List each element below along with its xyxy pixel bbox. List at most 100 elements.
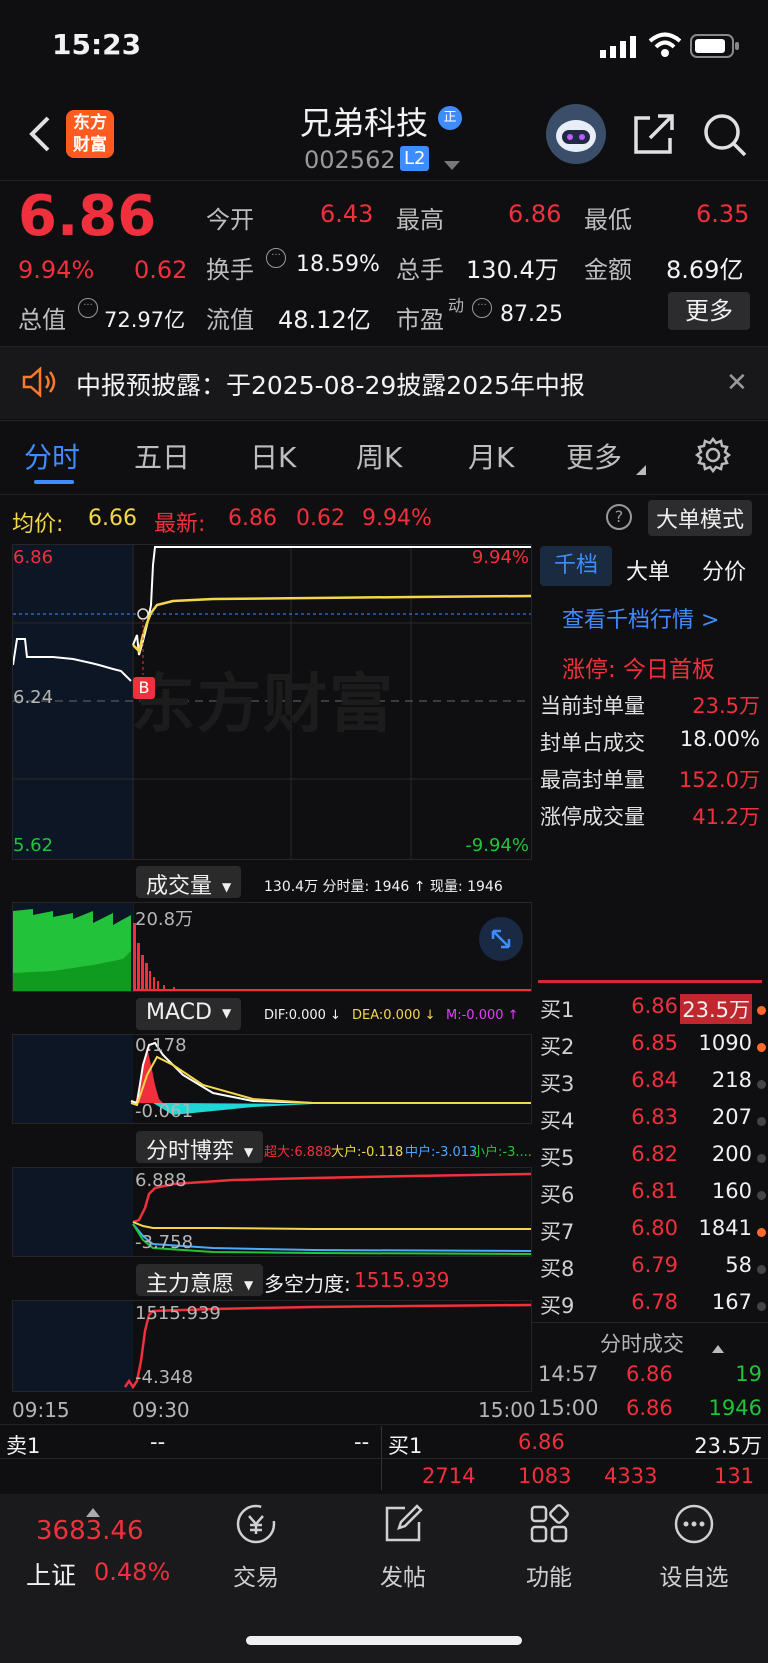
search-icon[interactable]	[702, 112, 748, 162]
game-lines	[13, 1168, 531, 1256]
game-super: 超大:6.888	[264, 1145, 332, 1160]
info-row-value: 23.5万	[692, 694, 760, 718]
chevron-down-icon: ▼	[221, 1006, 232, 1020]
bid-row[interactable]: 买8 6.79 58	[540, 1253, 768, 1289]
bid-row[interactable]: 买7 6.80 1841	[540, 1216, 768, 1252]
battery-icon	[690, 34, 740, 62]
yen-cycle-icon	[196, 1500, 316, 1552]
bid-row[interactable]: 买9 6.78 167	[540, 1290, 768, 1326]
chevron-down-icon[interactable]	[444, 156, 460, 175]
chevron-down-icon: ▼	[244, 1278, 254, 1292]
pe-info-icon[interactable]: ···	[472, 298, 492, 318]
ticks-title: 分时成交	[600, 1332, 684, 1356]
index-value[interactable]: 3683.46	[36, 1516, 144, 1546]
mktcap-info-icon[interactable]: ···	[78, 298, 98, 318]
tab-week-k[interactable]: 周K	[356, 436, 402, 476]
more-button[interactable]: 更多	[668, 292, 750, 330]
tab-fenshi[interactable]: 分时	[24, 436, 80, 476]
bid-row[interactable]: 买3 6.84 218	[540, 1068, 768, 1104]
stock-code: 002562	[304, 146, 396, 174]
level-badge[interactable]: L2	[400, 146, 430, 171]
macd-dropdown[interactable]: MACD ▼	[136, 998, 242, 1030]
game-dropdown[interactable]: 分时博弈 ▼	[136, 1131, 264, 1164]
notice-text[interactable]: 中报预披露：于2025-08-29披露2025年中报	[76, 366, 585, 402]
avg-value: 6.66	[88, 506, 137, 531]
game-small: 小户:-3....	[472, 1145, 532, 1160]
time-close: 15:00	[478, 1398, 536, 1422]
tab-active-indicator	[34, 480, 74, 484]
help-icon[interactable]: ?	[606, 504, 632, 530]
nav-trade[interactable]: 交易	[196, 1500, 316, 1592]
settings-icon[interactable]	[694, 436, 732, 478]
pe-superscript: 动	[448, 296, 465, 315]
macd-plot: 0.178 -0.061	[12, 1034, 532, 1124]
macd-chart[interactable]: MACD ▼ DIF:0.000 ↓ DEA:0.000 ↓ M:-0.000 ↑…	[12, 998, 532, 1126]
high-value: 6.86	[508, 200, 562, 228]
ticks-chevron-up-icon[interactable]	[712, 1338, 724, 1357]
float-label: 流值	[206, 306, 254, 334]
zheng-badge-text: 正	[443, 110, 457, 125]
expand-icon[interactable]	[479, 917, 523, 961]
side-tab-qiandang[interactable]: 千档	[540, 546, 612, 586]
float-value: 48.12亿	[278, 306, 371, 334]
bottom-pct-label: -9.94%	[465, 835, 529, 856]
will-dropdown[interactable]: 主力意愿 ▼	[136, 1264, 264, 1297]
latest-value: 6.86	[228, 506, 277, 531]
volume-chart[interactable]: 成交量 ▼ 130.4万 分时量: 1946 ↑ 现量: 1946 20.8万	[12, 866, 532, 994]
bid-dot-icon	[757, 1006, 766, 1015]
bid-label: 买1	[540, 998, 575, 1022]
bid-price: 6.83	[631, 1105, 678, 1129]
tick-price: 6.86	[626, 1396, 673, 1420]
buy-marker[interactable]: B	[133, 677, 155, 699]
close-icon[interactable]: ✕	[726, 368, 748, 398]
more-triangle-icon	[636, 460, 646, 479]
bid-price: 6.79	[631, 1253, 678, 1277]
bid-price: 6.81	[631, 1179, 678, 1203]
robot-avatar-icon[interactable]	[546, 104, 606, 164]
nav-post[interactable]: 发帖	[343, 1500, 463, 1592]
big-order-mode-button[interactable]: 大单模式	[648, 500, 753, 536]
tab-five-day[interactable]: 五日	[134, 436, 190, 476]
macd-dropdown-label: MACD	[146, 1000, 212, 1025]
bid-row[interactable]: 买6 6.81 160	[540, 1179, 768, 1215]
bid-row[interactable]: 买1 6.86 23.5万	[540, 994, 768, 1030]
bid-price: 6.84	[631, 1068, 678, 1092]
tab-more[interactable]: 更多	[566, 436, 622, 476]
bid-price: 6.80	[631, 1216, 678, 1240]
status-time: 15:23	[52, 28, 142, 61]
tab-month-k[interactable]: 月K	[468, 436, 514, 476]
bid-row[interactable]: 买5 6.82 200	[540, 1142, 768, 1178]
pe-value: 87.25	[500, 302, 563, 327]
nav-post-label: 发帖	[380, 1565, 426, 1591]
game-mid: 中户:-3.013	[405, 1145, 478, 1160]
view-qiandang-link[interactable]: 查看千档行情 >	[562, 602, 719, 634]
nav-function[interactable]: 功能	[489, 1500, 609, 1592]
bid-dot-icon	[757, 1080, 766, 1089]
home-indicator	[246, 1636, 522, 1645]
chevron-down-icon: ▼	[222, 880, 232, 894]
volume-dropdown-label: 成交量	[146, 874, 213, 899]
price-chart[interactable]: 东方财富 B 6.86 6.24 5.62 9.94% -9.94%	[12, 544, 532, 860]
app-logo[interactable]: 东方 财富	[66, 110, 114, 158]
latest-label: 最新:	[154, 512, 206, 537]
side-tab-fenjia[interactable]: 分价	[702, 554, 746, 586]
will-chart[interactable]: 主力意愿 ▼ 多空力度: 1515.939 1515.939 -4.348	[12, 1264, 532, 1394]
game-chart[interactable]: 分时博弈 ▼ 超大:6.888 大户:-0.118 中户:-3.013 小户:-3…	[12, 1131, 532, 1259]
volume-dropdown[interactable]: 成交量 ▼	[136, 866, 242, 899]
tab-day-k[interactable]: 日K	[250, 436, 296, 476]
share-icon[interactable]	[632, 112, 676, 160]
back-icon[interactable]	[26, 114, 52, 158]
nav-add-watchlist[interactable]: 设自选	[634, 1500, 754, 1592]
open-label: 今开	[206, 206, 254, 234]
time-open: 09:30	[132, 1398, 190, 1422]
bid-label: 买8	[540, 1257, 575, 1281]
more-circle-icon	[634, 1500, 754, 1552]
bid-row[interactable]: 买4 6.83 207	[540, 1105, 768, 1141]
side-tab-dadan[interactable]: 大单	[626, 554, 670, 586]
bid-volume: 58	[725, 1253, 752, 1277]
info-dots-icon[interactable]: ···	[266, 248, 286, 268]
turnover-value: 18.59%	[296, 252, 380, 277]
bid-dot-icon	[757, 1191, 766, 1200]
side-tab-qiandang-label: 千档	[553, 553, 598, 578]
bid-row[interactable]: 买2 6.85 1090	[540, 1031, 768, 1067]
